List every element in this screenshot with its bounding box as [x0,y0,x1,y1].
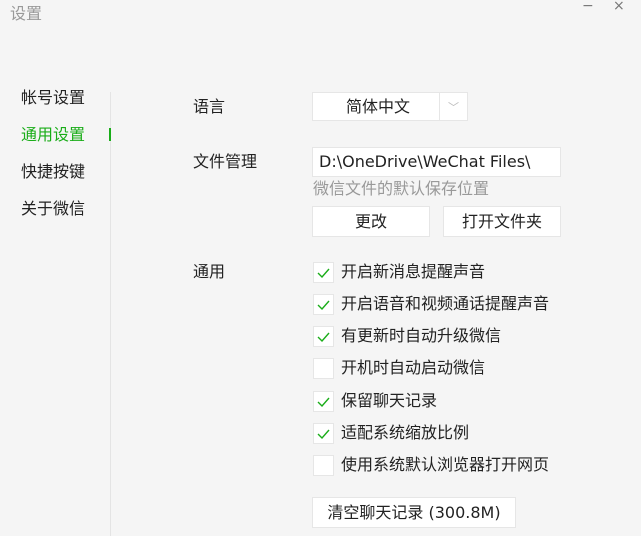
option-checkbox[interactable] [313,423,334,444]
checkmark-icon [317,300,330,310]
close-button[interactable]: × [613,0,625,14]
general-label: 通用 [193,262,226,281]
option-checkbox[interactable] [313,391,334,412]
option-label[interactable]: 开启新消息提醒声音 [341,262,485,282]
sidebar-item-shortcuts[interactable]: 快捷按键 [21,162,85,182]
chevron-down-icon[interactable]: ﹀ [439,93,467,120]
open-folder-button[interactable]: 打开文件夹 [443,206,561,237]
option-label[interactable]: 适配系统缩放比例 [341,423,469,443]
language-select[interactable]: 简体中文 ﹀ [312,92,468,121]
active-indicator [109,128,111,141]
checkmark-icon [317,332,330,342]
option-label[interactable]: 有更新时自动升级微信 [341,326,501,346]
option-checkbox[interactable] [313,294,334,315]
option-label[interactable]: 保留聊天记录 [341,391,437,411]
clear-chat-history-button[interactable]: 清空聊天记录 (300.8M) [312,497,516,528]
change-button[interactable]: 更改 [312,206,430,237]
option-label[interactable]: 使用系统默认浏览器打开网页 [341,455,549,475]
window-title: 设置 [10,4,43,23]
option-label[interactable]: 开机时自动启动微信 [341,358,485,378]
option-label[interactable]: 开启语音和视频通话提醒声音 [341,294,549,314]
sidebar-item-about[interactable]: 关于微信 [21,199,85,219]
sidebar-item-general[interactable]: 通用设置 [21,125,85,145]
minimize-button[interactable]: − [582,0,594,14]
language-value: 简体中文 [345,97,410,116]
sidebar-divider [110,92,111,536]
checkmark-icon [317,268,330,278]
checkmark-icon [317,397,330,407]
sidebar-item-account[interactable]: 帐号设置 [21,88,85,108]
file-management-label: 文件管理 [193,152,258,171]
option-checkbox[interactable] [313,262,334,283]
option-checkbox[interactable] [313,358,334,379]
option-checkbox[interactable] [313,326,334,347]
language-label: 语言 [193,97,226,116]
checkmark-icon [317,429,330,439]
option-checkbox[interactable] [313,455,334,476]
file-path-field: D:\OneDrive\WeChat Files\ [312,147,561,177]
file-path-hint: 微信文件的默认保存位置 [313,179,490,198]
